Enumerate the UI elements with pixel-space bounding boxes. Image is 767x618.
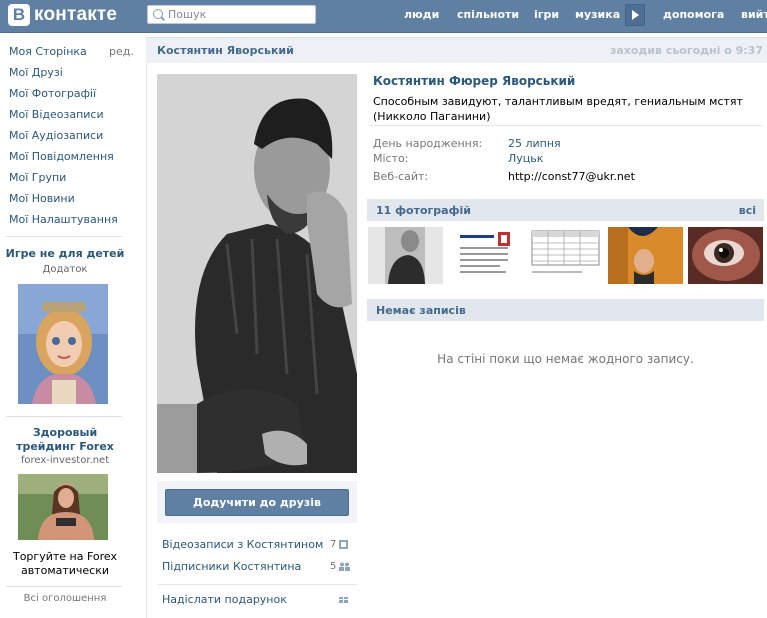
- people-icon: [339, 562, 350, 571]
- birthday-value[interactable]: 25 липня: [508, 137, 561, 150]
- nav-games[interactable]: ігри: [534, 8, 559, 21]
- profile-header-bar: Костянтин Яворський заходив сьогодні о 9…: [146, 37, 767, 63]
- play-icon[interactable]: [625, 4, 645, 26]
- menu-messages[interactable]: Мої Повідомлення: [9, 150, 114, 163]
- sidebar-divider: [6, 586, 122, 587]
- followers-link[interactable]: Підписники Костянтина: [162, 560, 301, 573]
- gift-icon: [339, 594, 348, 603]
- photo-thumb[interactable]: [368, 227, 443, 284]
- column-divider: [146, 37, 147, 618]
- search-input[interactable]: [168, 7, 308, 22]
- vk-logo[interactable]: B контакте: [8, 3, 117, 27]
- menu-settings[interactable]: Мої Налаштування: [9, 213, 118, 226]
- ad2-text[interactable]: Торгуйте на Forex автоматически: [4, 550, 126, 578]
- birthday-label: День народження:: [373, 137, 483, 150]
- nav-logout[interactable]: вийт: [741, 8, 767, 21]
- nav-music[interactable]: музика: [575, 8, 620, 21]
- edit-link[interactable]: ред.: [109, 45, 134, 58]
- menu-audio[interactable]: Мої Аудіозаписи: [9, 129, 103, 142]
- ad2-image[interactable]: [18, 474, 108, 540]
- wall-section-bar: Немає записів: [367, 299, 764, 321]
- video-icon: [339, 540, 348, 549]
- website-value[interactable]: http://const77@ukr.net: [508, 170, 635, 183]
- photo-thumb[interactable]: [448, 227, 523, 284]
- menu-my-page[interactable]: Моя Сторінка: [9, 45, 87, 58]
- profile-status: Способным завидуют, талантливым вредят, …: [373, 95, 743, 123]
- profile-full-name: Костянтин Фюрер Яворський: [373, 74, 576, 88]
- menu-photos[interactable]: Мої Фотографії: [9, 87, 96, 100]
- logo-text: контакте: [34, 4, 118, 25]
- menu-news[interactable]: Мої Новини: [9, 192, 75, 205]
- wall-title: Немає записів: [376, 304, 466, 317]
- side-separator: [157, 584, 357, 585]
- photos-title[interactable]: 11 фотографій: [376, 204, 471, 217]
- ad1-title[interactable]: Игре не для детей: [4, 247, 126, 260]
- ad1-subtitle: Додаток: [42, 264, 88, 275]
- wall-empty-message: На стіні поки що немає жодного запису.: [437, 352, 694, 366]
- ad2-subtitle: forex-investor.net: [20, 455, 110, 466]
- top-header: B контакте люди спільноти ігри музика до…: [0, 0, 767, 33]
- all-ads-link[interactable]: Всі оголошення: [4, 593, 126, 604]
- sidebar-divider: [6, 416, 122, 417]
- city-label: Місто:: [373, 152, 409, 165]
- followers-count: 5: [330, 561, 337, 572]
- website-label: Веб-сайт:: [373, 170, 429, 183]
- add-friend-button[interactable]: Додучити до друзів: [165, 489, 349, 516]
- videos-with-link[interactable]: Відеозаписи з Костянтином: [162, 538, 323, 551]
- city-value[interactable]: Луцьк: [508, 152, 543, 165]
- nav-help[interactable]: допомога: [663, 8, 724, 21]
- sidebar-divider: [6, 236, 122, 237]
- photo-thumb[interactable]: [608, 227, 683, 284]
- send-gift-link[interactable]: Надіслати подарунок: [162, 593, 287, 606]
- videos-count: 7: [330, 539, 337, 550]
- logo-badge: B: [8, 4, 30, 26]
- last-seen-status: заходив сьогодні о 9:37: [609, 44, 763, 57]
- menu-videos[interactable]: Мої Відеозаписи: [9, 108, 104, 121]
- search-box[interactable]: [147, 5, 316, 24]
- profile-photo[interactable]: [157, 74, 357, 473]
- photo-thumb[interactable]: [528, 227, 603, 284]
- ad1-image[interactable]: [18, 284, 108, 404]
- nav-communities[interactable]: спільноти: [457, 8, 519, 21]
- info-separator: [369, 125, 763, 126]
- menu-groups[interactable]: Мої Групи: [9, 171, 66, 184]
- photos-section-bar[interactable]: 11 фотографій всі: [367, 199, 764, 221]
- photo-thumb[interactable]: [688, 227, 763, 284]
- nav-people[interactable]: люди: [404, 8, 439, 21]
- menu-friends[interactable]: Мої Друзі: [9, 66, 63, 79]
- profile-short-name: Костянтин Яворський: [157, 44, 294, 57]
- photos-all-link[interactable]: всі: [739, 204, 756, 217]
- ad2-title[interactable]: Здоровый трейдинг Forex: [4, 426, 126, 454]
- search-icon: [153, 9, 163, 19]
